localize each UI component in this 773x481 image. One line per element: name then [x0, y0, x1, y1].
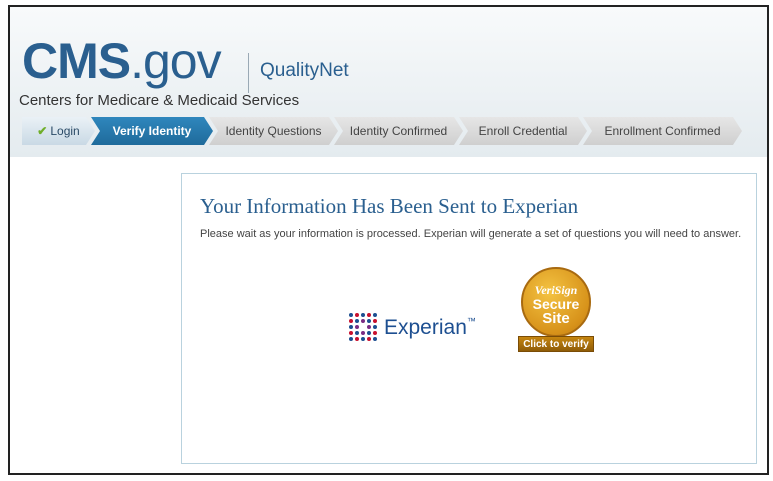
experian-name: Experian	[384, 316, 467, 339]
step-label: Enrollment Confirmed	[604, 124, 721, 138]
experian-dots-icon	[349, 313, 377, 341]
browser-frame: CMS.gov QualityNet Centers for Medicare …	[8, 5, 769, 475]
content-panel: Your Information Has Been Sent to Experi…	[181, 173, 757, 464]
step-label: Identity Questions	[225, 124, 322, 138]
step-label: Login	[50, 124, 80, 138]
step-enrollment-confirmed: Enrollment Confirmed	[583, 117, 742, 145]
status-message: Please wait as your information is proce…	[200, 228, 742, 240]
cms-tagline: Centers for Medicare & Medicaid Services	[19, 92, 300, 109]
page-title: Your Information Has Been Sent to Experi…	[200, 194, 579, 218]
step-enroll-credential: Enroll Credential	[459, 117, 587, 145]
seal-site-text: Site	[542, 310, 570, 327]
click-to-verify-button[interactable]: Click to verify	[518, 336, 594, 352]
checkmark-icon: ✔	[37, 124, 48, 138]
site-header: CMS.gov QualityNet Centers for Medicare …	[10, 7, 767, 157]
step-identity-confirmed: Identity Confirmed	[334, 117, 463, 145]
step-login: ✔ Login	[22, 117, 95, 145]
step-label: Identity Confirmed	[349, 124, 448, 138]
step-label: Verify Identity	[112, 124, 192, 138]
logo-divider	[248, 53, 249, 93]
logo-gov-text: .gov	[130, 33, 222, 89]
experian-wordmark: Experian™	[384, 316, 476, 340]
step-label: Enroll Credential	[478, 124, 568, 138]
verisign-secure-seal[interactable]: VeriSign Secure Site Click to verify	[518, 267, 594, 355]
seal-secure-text: Secure	[532, 296, 580, 312]
step-identity-questions: Identity Questions	[209, 117, 338, 145]
logo-cms-text: CMS	[22, 33, 131, 89]
step-verify-identity: Verify Identity	[91, 117, 213, 145]
cms-gov-logo[interactable]: CMS.gov	[22, 36, 222, 86]
seal-badge-icon: VeriSign Secure Site	[521, 267, 591, 337]
qualitynet-label[interactable]: QualityNet	[260, 60, 349, 82]
experian-trademark: ™	[466, 316, 476, 326]
